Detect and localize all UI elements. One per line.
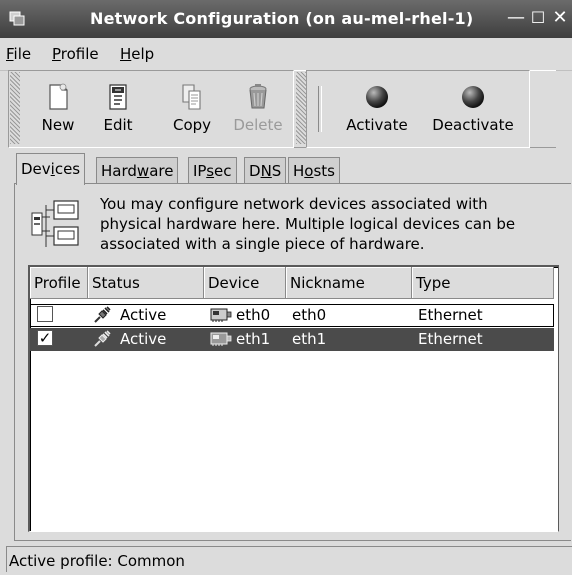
column-header-status[interactable]: Status — [88, 267, 204, 299]
network-app-icon — [9, 11, 25, 26]
menu-help-label: elp — [131, 45, 155, 63]
status-eth0: Active — [120, 306, 167, 324]
maximize-icon[interactable]: ☐ — [528, 7, 548, 29]
activate-button[interactable]: Activate — [342, 78, 412, 142]
network-configuration-window: Network Configuration (on au-mel-rhel-1)… — [0, 0, 572, 572]
info-line-3: associated with a single piece of hardwa… — [100, 235, 425, 253]
tab-devices-label-b: ces — [54, 160, 81, 178]
deactivate-button[interactable]: Deactivate — [428, 78, 518, 142]
edit-properties-icon — [109, 84, 127, 110]
toolbar-separator — [318, 86, 322, 132]
plug-connected-icon — [94, 330, 111, 347]
info-line-2: physical hardware here. Multiple logical… — [100, 215, 516, 233]
menu-file-mnemonic: F — [6, 45, 14, 63]
tab-dns-mnemonic: N — [260, 162, 272, 180]
title-bar[interactable]: Network Configuration (on au-mel-rhel-1)… — [0, 0, 572, 38]
tab-devices[interactable]: Devices — [16, 153, 86, 185]
type-eth0: Ethernet — [418, 306, 483, 324]
network-devices-icon — [31, 200, 79, 247]
device-row-eth0[interactable]: Active eth0 eth0 Ethernet — [30, 304, 554, 327]
device-list-header: Profile Status Device Nickname Type — [30, 267, 554, 299]
plug-connected-icon — [94, 306, 111, 323]
status-bar: Active profile: Common — [6, 546, 572, 572]
deactivate-orb-icon — [462, 86, 484, 108]
network-card-icon — [210, 308, 232, 322]
menu-profile-label: rofile — [60, 45, 99, 63]
tab-ipsec-label-b: ec — [214, 162, 232, 180]
close-icon[interactable]: ✕ — [550, 7, 570, 29]
new-document-icon — [49, 83, 68, 110]
copy-button[interactable]: Copy — [160, 78, 224, 142]
delete-button[interactable]: Delete — [226, 78, 290, 142]
tab-hardware-label-a: Hard — [101, 162, 137, 180]
trash-can-icon — [249, 84, 267, 109]
tab-dns[interactable]: DNS — [244, 157, 287, 184]
activate-button-label: Activate — [346, 116, 408, 134]
menu-help-mnemonic: H — [120, 45, 132, 63]
copy-button-label: Copy — [172, 116, 212, 134]
deactivate-button-label: Deactivate — [432, 116, 514, 134]
menu-profile-mnemonic: P — [52, 45, 61, 63]
edit-button[interactable]: Edit — [86, 78, 150, 142]
tab-hosts[interactable]: Hosts — [288, 157, 340, 184]
tab-ipsec[interactable]: IPsec — [188, 157, 237, 184]
tab-hosts-label-a: H — [293, 162, 305, 180]
column-header-nickname[interactable]: Nickname — [286, 267, 412, 299]
nickname-eth1: eth1 — [292, 330, 327, 348]
tab-ipsec-label-a: IP — [193, 162, 207, 180]
tab-ipsec-mnemonic: s — [206, 162, 215, 180]
status-eth1: Active — [120, 330, 167, 348]
edit-button-label: Edit — [103, 116, 133, 134]
tab-hardware-mnemonic: w — [136, 162, 150, 180]
menu-bar: File Profile Help — [0, 38, 572, 71]
copy-icon — [182, 84, 201, 110]
tab-dns-label-a: D — [249, 162, 261, 180]
nickname-eth0: eth0 — [292, 306, 327, 324]
profile-checkbox-eth1[interactable]: ✓ — [37, 330, 53, 346]
profile-checkbox-eth0[interactable] — [37, 306, 53, 322]
tab-dns-label-b: S — [271, 162, 282, 180]
activate-orb-icon — [366, 86, 388, 108]
new-button-label: New — [41, 116, 75, 134]
type-eth1: Ethernet — [418, 330, 483, 348]
network-card-icon — [210, 332, 232, 346]
menu-file[interactable]: File — [6, 45, 31, 63]
column-header-profile[interactable]: Profile — [30, 267, 88, 299]
device-eth0: eth0 — [236, 306, 271, 324]
menu-file-label: ile — [13, 45, 32, 63]
device-row-eth1[interactable]: ✓ Active eth1 eth1 Ethernet — [30, 328, 554, 351]
info-line-1: You may configure network devices associ… — [100, 195, 488, 213]
column-header-type[interactable]: Type — [412, 267, 554, 299]
tab-hosts-label-b: sts — [313, 162, 335, 180]
window-title: Network Configuration (on au-mel-rhel-1) — [90, 9, 474, 28]
delete-button-label: Delete — [233, 116, 283, 134]
menu-profile[interactable]: Profile — [52, 45, 99, 63]
new-button[interactable]: New — [26, 78, 90, 142]
device-eth1: eth1 — [236, 330, 271, 348]
tab-hardware-label-b: are — [149, 162, 174, 180]
menu-help[interactable]: Help — [120, 45, 154, 63]
column-header-device[interactable]: Device — [204, 267, 286, 299]
tab-devices-label-a: Dev — [21, 160, 51, 178]
tab-hardware[interactable]: Hardware — [96, 157, 179, 184]
info-description: You may configure network devices associ… — [100, 194, 560, 254]
minimize-icon[interactable]: — — [506, 7, 526, 29]
toolbar-grip-right[interactable] — [296, 72, 306, 144]
